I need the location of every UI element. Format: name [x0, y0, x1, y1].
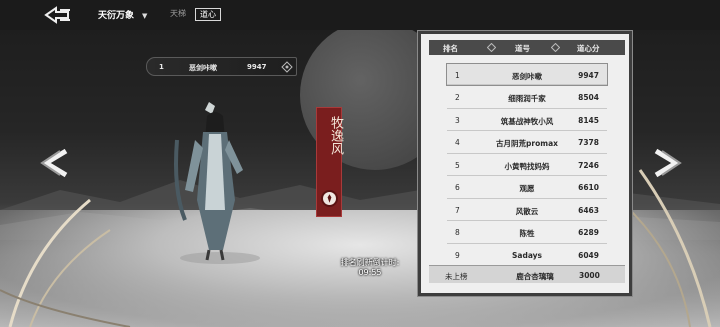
- back-arrow-icon[interactable]: [42, 5, 72, 25]
- table-row[interactable]: 恶剑咔嗽 1 9947: [446, 63, 608, 86]
- row-rank: 1: [455, 71, 460, 80]
- row-score: 8504: [578, 93, 599, 102]
- character-name-banner: 牧逸风: [316, 107, 343, 217]
- row-rank: 3: [455, 115, 460, 125]
- table-row[interactable]: 古月阴荒promax 4 7378: [447, 131, 607, 154]
- column-score: 道心分: [577, 44, 600, 53]
- row-score: 6289: [578, 228, 599, 237]
- chevron-down-icon: ▼: [142, 12, 148, 20]
- self-rank-row: 未上榜 鹿合杏璃璃 3000: [429, 265, 625, 283]
- row-score: 6463: [578, 205, 599, 215]
- row-score: 9947: [578, 71, 599, 80]
- leaderboard-rows: 恶剑咔嗽 1 9947 细雨润千家 2 8504 筑基战神牧小风 3 8145 …: [446, 63, 608, 266]
- row-rank: 6: [455, 183, 460, 192]
- character-name: 牧逸风: [328, 116, 343, 155]
- mode-dropdown[interactable]: 天衍万象 ▼: [98, 8, 147, 21]
- refresh-label: 排名刷新倒计时:: [340, 258, 400, 267]
- mode-label: 天衍万象: [98, 11, 135, 21]
- row-score: 7246: [578, 160, 599, 170]
- table-row[interactable]: 风散云 7 6463: [447, 199, 607, 221]
- self-score: 3000: [579, 271, 600, 280]
- row-rank: 2: [455, 93, 460, 102]
- game-screen: 天衍万象 ▼ 天梯 道心 1 恶剑咔嗽 9947 牧逸风 排名刷新倒计时: 09…: [0, 0, 720, 327]
- table-row[interactable]: 细雨润千家 2 8504: [447, 86, 607, 109]
- my-rank-score: 9947: [247, 63, 267, 71]
- diamond-ornament-icon: [551, 43, 560, 52]
- row-rank: 9: [455, 250, 460, 260]
- refresh-time: 09:55: [358, 268, 382, 277]
- refresh-countdown: 排名刷新倒计时: 09:55: [330, 258, 410, 278]
- row-rank: 7: [455, 205, 460, 215]
- seal-icon: [321, 190, 338, 207]
- tab-tianbang[interactable]: 天梯: [166, 8, 190, 21]
- leaderboard-panel: 排名 道号 道心分 恶剑咔嗽 1 9947 细雨润千家 2 8504 筑基战神牧…: [417, 30, 633, 297]
- diamond-ornament-icon: [281, 61, 293, 73]
- table-row[interactable]: 筑基战神牧小风 3 8145: [447, 109, 607, 131]
- row-rank: 5: [455, 160, 460, 170]
- grass-left: [0, 198, 131, 327]
- column-rank: 排名: [443, 44, 458, 53]
- row-score: 8145: [578, 115, 599, 125]
- row-rank: 4: [455, 138, 460, 147]
- table-row[interactable]: 观愿 6 6610: [447, 176, 607, 199]
- my-rank-number: 1: [159, 63, 164, 71]
- table-row[interactable]: 小黄鸭找妈妈 5 7246: [447, 154, 607, 176]
- diamond-ornament-icon: [487, 43, 496, 52]
- tab-daoxin[interactable]: 道心: [195, 8, 221, 21]
- my-rank-bar: 1 恶剑咔嗽 9947: [146, 57, 297, 76]
- leaderboard-header: 排名 道号 道心分: [429, 40, 625, 55]
- chevron-left-icon[interactable]: [38, 147, 72, 179]
- row-score: 6610: [578, 183, 599, 192]
- character-figure[interactable]: [165, 100, 275, 265]
- row-score: 7378: [578, 138, 599, 147]
- self-rank: 未上榜: [445, 272, 468, 281]
- row-rank: 8: [455, 228, 460, 237]
- table-row[interactable]: Sadays 9 6049: [447, 244, 607, 266]
- chevron-right-icon[interactable]: [650, 147, 684, 179]
- row-score: 6049: [578, 250, 599, 260]
- column-name: 道号: [515, 44, 530, 53]
- my-rank-name: 恶剑咔嗽: [189, 64, 217, 72]
- top-bar: 天衍万象 ▼ 天梯 道心: [0, 0, 720, 30]
- self-name: 鹿合杏璃璃: [516, 272, 554, 281]
- table-row[interactable]: 陈牲 8 6289: [447, 221, 607, 244]
